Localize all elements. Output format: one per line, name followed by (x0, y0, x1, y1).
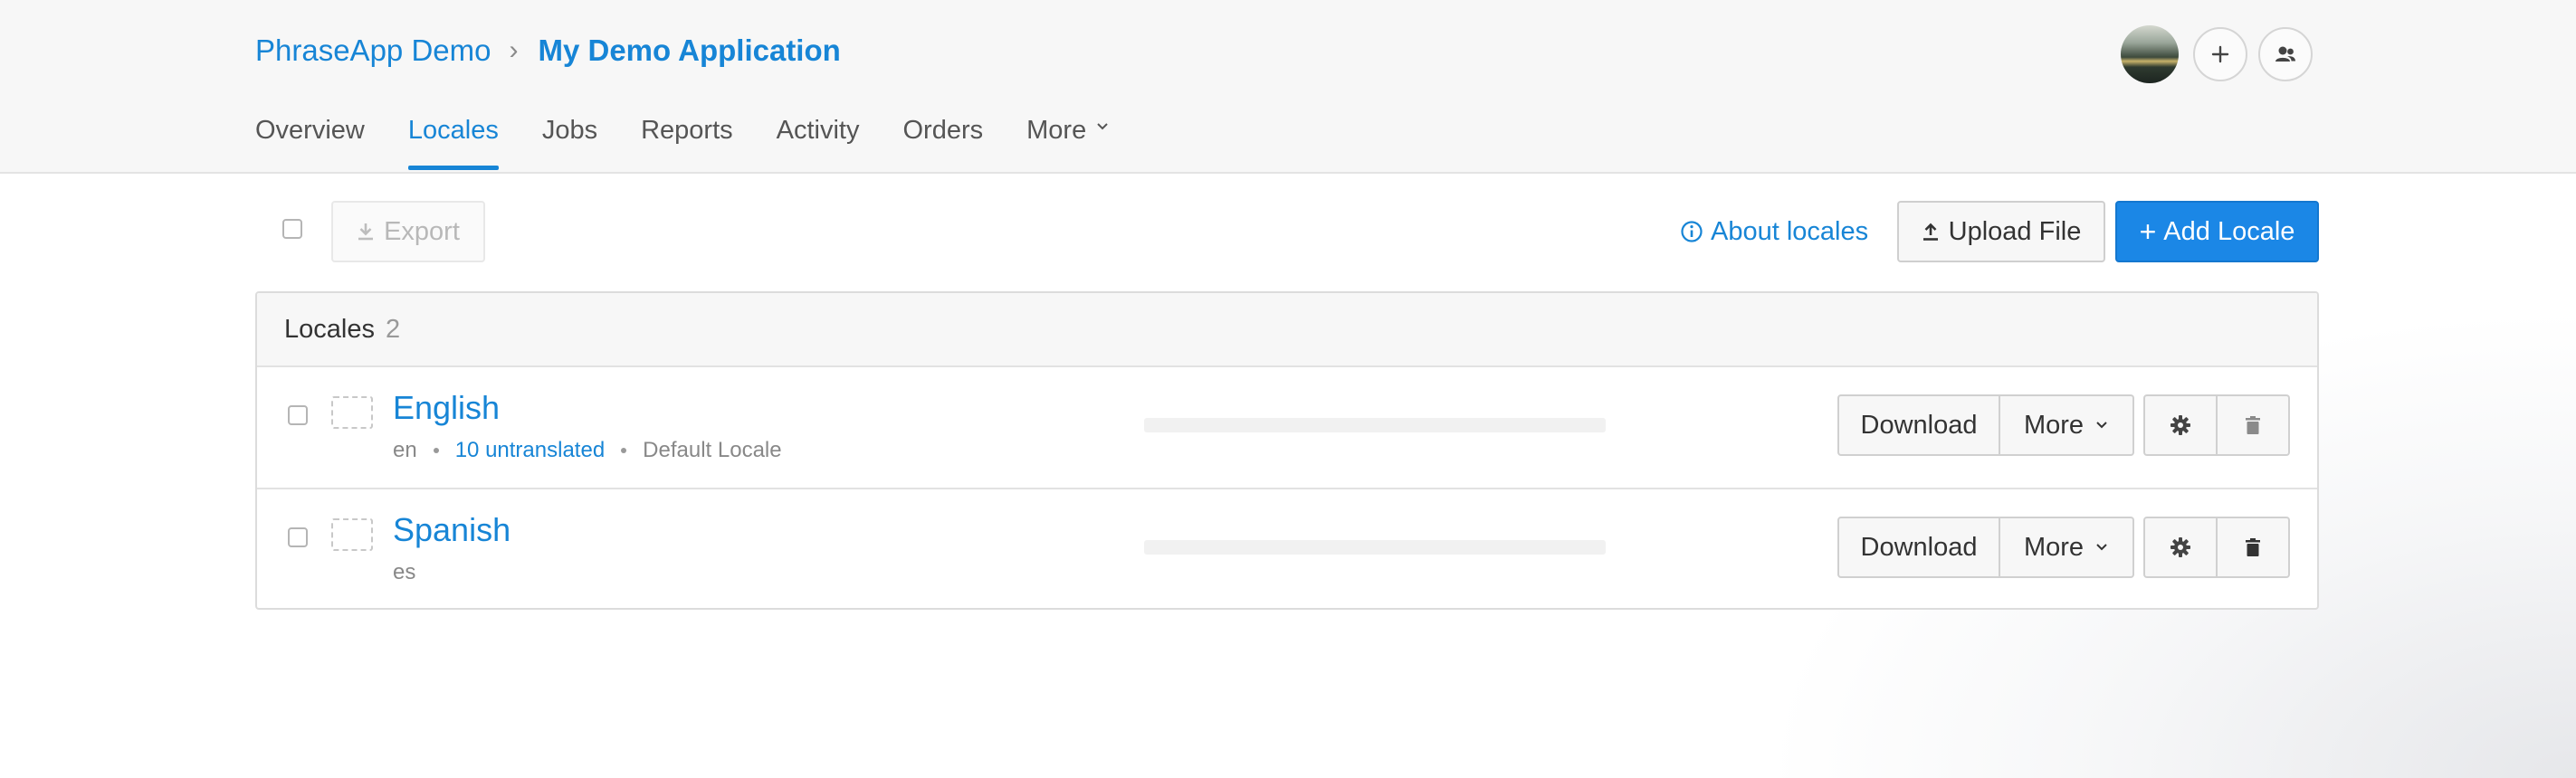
tab-label: Jobs (541, 116, 598, 145)
export-button[interactable]: Export (331, 201, 485, 262)
tab-more[interactable]: More (1026, 116, 1110, 170)
plus-icon: + (2139, 214, 2157, 248)
separator-dot (433, 448, 439, 453)
download-label: Download (1860, 410, 1978, 440)
trash-icon (2246, 416, 2260, 434)
export-label: Export (384, 216, 460, 246)
delete-locale-button[interactable] (2218, 394, 2290, 456)
upload-file-button[interactable]: Upload File (1897, 201, 2105, 262)
locale-count: 2 (385, 314, 401, 344)
panel-title: Locales (284, 314, 375, 344)
tab-orders[interactable]: Orders (902, 116, 983, 170)
tab-reports[interactable]: Reports (641, 116, 733, 170)
select-all-checkbox[interactable] (282, 219, 302, 239)
translation-progress-bar (1144, 540, 1606, 555)
tab-overview[interactable]: Overview (255, 116, 365, 170)
header-actions (2121, 25, 2323, 83)
user-avatar[interactable] (2121, 25, 2179, 83)
breadcrumb: PhraseApp Demo › My Demo Application (255, 29, 841, 72)
locale-name-link[interactable]: Spanish (393, 511, 510, 549)
flag-placeholder-icon (331, 518, 373, 551)
more-dropdown-button[interactable]: More (2000, 394, 2134, 456)
tab-label: Activity (776, 116, 860, 145)
locales-panel: Locales 2 English en 10 untranslated Def… (255, 291, 2319, 610)
locale-code: es (393, 560, 416, 584)
breadcrumb-project-link[interactable]: My Demo Application (538, 33, 840, 68)
locale-row-spanish: Spanish es Download More (257, 489, 2317, 608)
locale-row-english: English en 10 untranslated Default Local… (257, 367, 2317, 489)
info-icon (1681, 221, 1703, 242)
tab-label: More (1026, 116, 1087, 145)
gear-icon (2171, 415, 2190, 435)
upload-icon (1922, 223, 1938, 241)
locale-actions: Download More (1837, 394, 2134, 456)
tab-label: Locales (407, 116, 499, 145)
add-locale-label: Add Locale (2163, 216, 2295, 246)
add-button[interactable] (2193, 27, 2247, 81)
gear-icon (2171, 537, 2190, 557)
about-locales-label: About locales (1711, 216, 1869, 246)
project-tabs: Overview Locales Jobs Reports Activity O… (255, 116, 1153, 170)
about-locales-link[interactable]: About locales (1680, 213, 1868, 250)
locale-actions: Download More (1837, 517, 2134, 578)
more-dropdown-button[interactable]: More (2000, 517, 2134, 578)
chevron-down-icon (2096, 422, 2107, 429)
translation-progress-bar (1144, 418, 1606, 432)
default-locale-label: Default Locale (643, 438, 782, 462)
locale-meta: en 10 untranslated Default Locale (393, 438, 782, 463)
add-locale-button[interactable]: + Add Locale (2115, 201, 2319, 262)
locale-checkbox[interactable] (288, 527, 308, 547)
more-label: More (2023, 410, 2085, 440)
locale-settings-button[interactable] (2143, 517, 2218, 578)
add-user-icon (2275, 46, 2295, 62)
tab-label: Overview (255, 116, 365, 145)
tab-activity[interactable]: Activity (777, 116, 860, 170)
upload-file-label: Upload File (1948, 216, 2082, 246)
locales-panel-header: Locales 2 (257, 293, 2317, 367)
tab-label: Reports (641, 116, 733, 145)
download-icon (358, 223, 374, 241)
invite-members-button[interactable] (2258, 27, 2313, 81)
locale-name-link[interactable]: English (393, 389, 500, 427)
locale-settings-button[interactable] (2143, 394, 2218, 456)
locale-code: en (393, 438, 417, 462)
more-label: More (2023, 532, 2085, 562)
locale-checkbox[interactable] (288, 405, 308, 425)
tab-jobs[interactable]: Jobs (542, 116, 597, 170)
download-label: Download (1860, 532, 1978, 562)
chevron-down-icon (2096, 544, 2107, 551)
chevron-down-icon (1097, 123, 1108, 130)
delete-locale-button[interactable] (2218, 517, 2290, 578)
breadcrumb-separator: › (509, 35, 519, 65)
locale-meta: es (393, 560, 415, 585)
untranslated-link[interactable]: 10 untranslated (455, 438, 605, 463)
flag-placeholder-icon (331, 396, 373, 429)
separator-dot (621, 448, 627, 453)
tab-locales[interactable]: Locales (407, 116, 499, 170)
trash-icon (2246, 538, 2260, 556)
tab-label: Orders (902, 116, 984, 145)
download-button[interactable]: Download (1837, 517, 2000, 578)
download-button[interactable]: Download (1837, 394, 2000, 456)
breadcrumb-organization-link[interactable]: PhraseApp Demo (255, 33, 491, 68)
plus-icon (2211, 45, 2229, 63)
